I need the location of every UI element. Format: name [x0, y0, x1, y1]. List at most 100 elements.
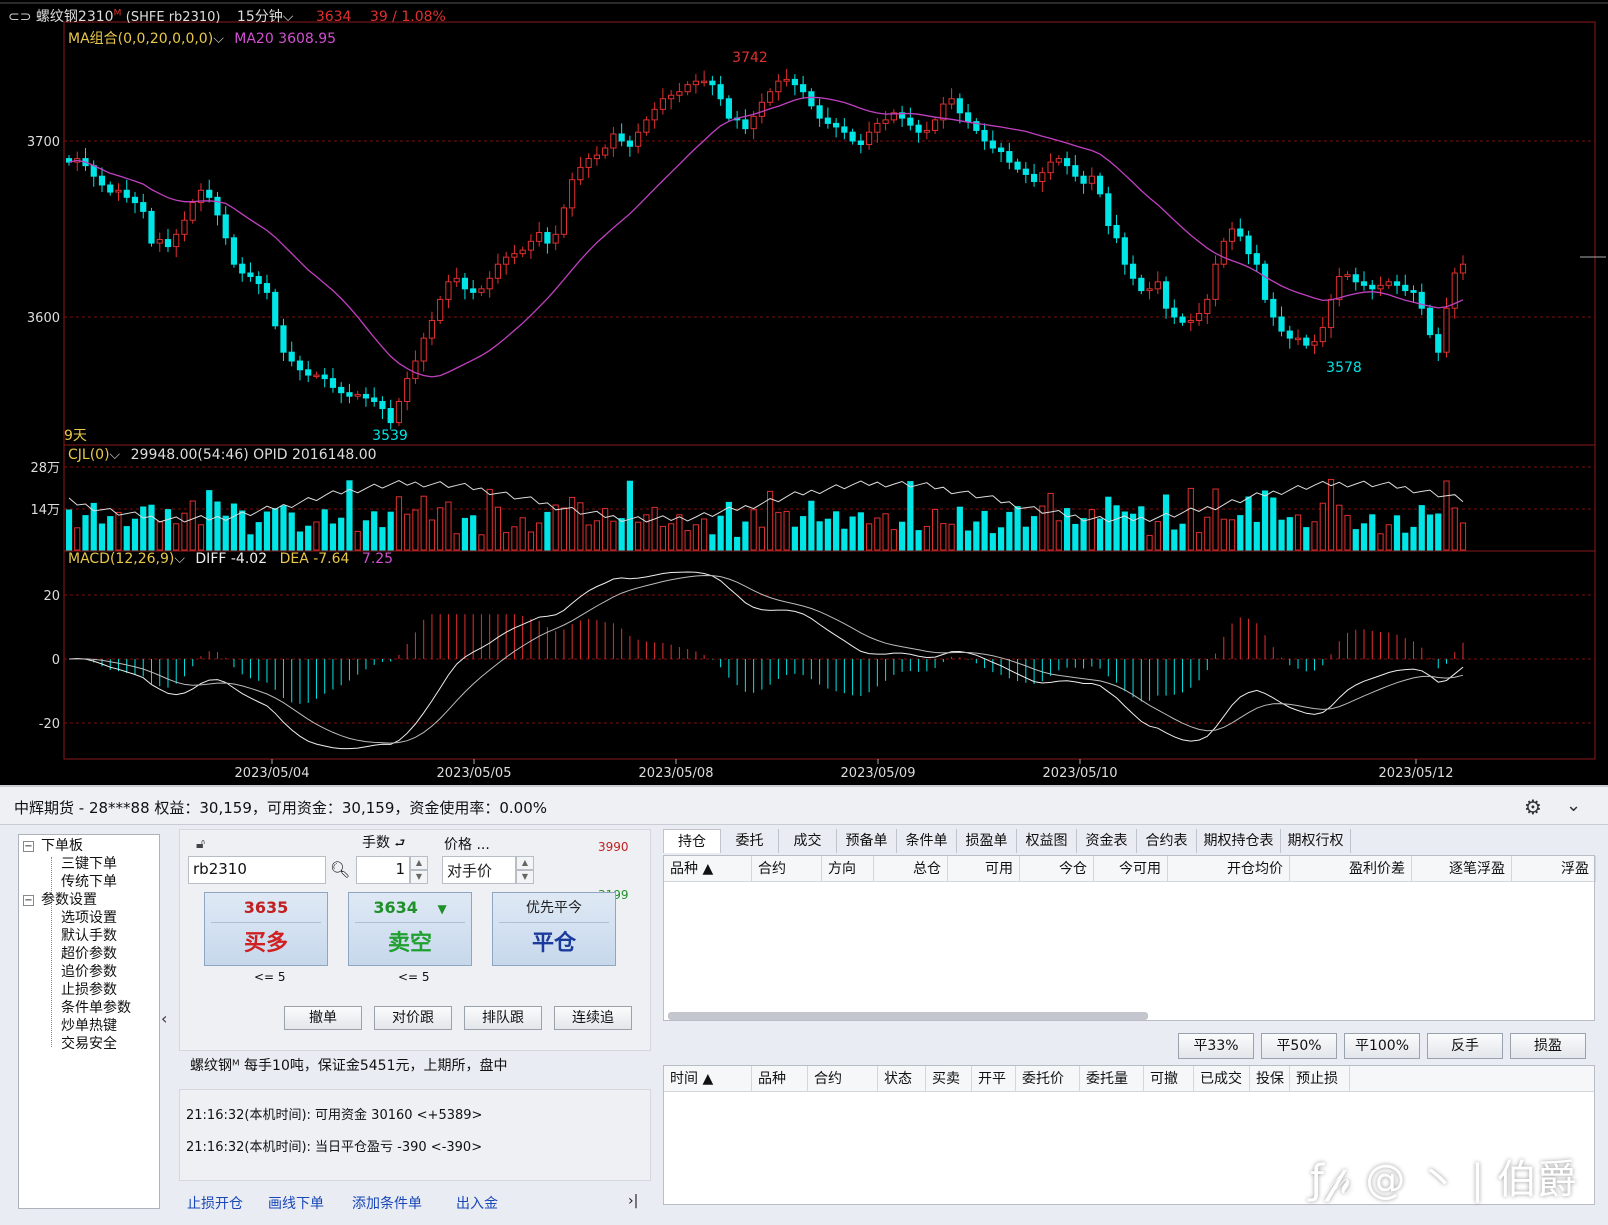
chart-area[interactable]: 3700 3600 3742 3539 3578 9天 28万 14万 20 0 -20 2023/0… [0, 0, 1608, 785]
column-header[interactable]: 预止损 [1290, 1066, 1350, 1092]
column-header[interactable]: 品种 [752, 1066, 808, 1092]
tab-8[interactable]: 合约表 [1137, 829, 1197, 853]
price-input[interactable]: 对手价 [442, 856, 516, 884]
counter-follow-button[interactable]: 对价跟 [374, 1006, 452, 1030]
tab-9[interactable]: 期权持仓表 [1197, 829, 1281, 853]
column-header[interactable]: 盈利价差 [1290, 856, 1412, 882]
macd-indicator-header[interactable]: MACD(12,26,9)⌵ DIFF -4.02 DEA -7.64 7.25 [68, 551, 393, 567]
gear-icon[interactable]: ⚙ [1524, 795, 1542, 819]
tree-item[interactable]: 选项设置 [61, 909, 117, 927]
candle-body [593, 154, 601, 160]
price-more[interactable]: ... [476, 837, 489, 853]
macd-diff: DIFF -4.02 [195, 551, 268, 567]
column-header[interactable]: 今仓 [1020, 856, 1094, 882]
price-down-icon[interactable]: ▼ [516, 870, 534, 884]
column-header[interactable]: 时间 ▲ [664, 1066, 752, 1092]
period-selector[interactable]: 15分钟⌵ [237, 9, 293, 25]
volume-bar [610, 520, 617, 551]
close-position-button[interactable]: 优先平今 平仓 [492, 892, 616, 966]
tab-0[interactable]: 持仓 [663, 829, 721, 853]
tree-item[interactable]: 传统下单 [61, 873, 117, 891]
tree-group[interactable]: 参数设置 [41, 891, 97, 909]
swap-icon[interactable]: ⮐ [394, 836, 405, 850]
column-header[interactable]: 可用 [948, 856, 1020, 882]
stop-loss-open-link[interactable]: 止损开仓 [187, 1193, 243, 1213]
tree-item[interactable]: 条件单参数 [61, 999, 131, 1017]
column-header[interactable]: 委托价 [1016, 1066, 1080, 1092]
tab-5[interactable]: 损盈单 [957, 829, 1017, 853]
column-header[interactable]: 总仓 [874, 856, 948, 882]
ma-indicator-header[interactable]: MA组合(0,0,20,0,0,0)⌵ MA20 3608.95 [68, 28, 336, 48]
horizontal-scrollbar[interactable] [668, 1012, 1148, 1020]
line-order-link[interactable]: 画线下单 [268, 1193, 324, 1213]
candle-body [1443, 307, 1450, 353]
buy-long-button[interactable]: 3635 买多 [204, 892, 328, 966]
tab-2[interactable]: 成交 [779, 829, 837, 853]
candle-body [230, 237, 238, 265]
column-header[interactable]: 开平 [972, 1066, 1016, 1092]
unlock-icon[interactable]: 🔓︎ [196, 836, 205, 852]
position-action-button[interactable]: 平50% [1261, 1033, 1337, 1059]
column-header[interactable]: 买卖 [926, 1066, 972, 1092]
column-header[interactable]: 可撤 [1144, 1066, 1194, 1092]
volume-bar [1418, 505, 1425, 551]
position-action-button[interactable]: 平100% [1344, 1033, 1420, 1059]
tab-6[interactable]: 权益图 [1017, 829, 1077, 853]
candle-body [478, 288, 485, 293]
volume-bar [1030, 516, 1038, 551]
column-header[interactable]: 品种 ▲ [664, 856, 752, 882]
column-header[interactable]: 状态 [878, 1066, 926, 1092]
tree-item[interactable]: 止损参数 [61, 981, 117, 999]
continuous-chase-button[interactable]: 连续追 [554, 1006, 632, 1030]
column-header[interactable]: 投保 [1250, 1066, 1290, 1092]
tree-item[interactable]: 默认手数 [61, 927, 117, 945]
column-header[interactable]: 合约 [752, 856, 822, 882]
tree-collapse-icon[interactable]: − [23, 841, 34, 852]
lots-down-icon[interactable]: ▼ [410, 870, 428, 884]
position-action-button[interactable]: 损盈 [1510, 1033, 1586, 1059]
cancel-order-button[interactable]: 撤单 [284, 1006, 362, 1030]
column-header[interactable]: 今可用 [1094, 856, 1168, 882]
column-header[interactable]: 开仓均价 [1168, 856, 1290, 882]
position-action-button[interactable]: 反手 [1427, 1033, 1503, 1059]
expand-more-icon[interactable]: ›| [628, 1193, 638, 1209]
lots-input[interactable]: 1 [356, 856, 410, 884]
tab-4[interactable]: 条件单 [897, 829, 957, 853]
sell-short-button[interactable]: 3634 ▼ 卖空 [348, 892, 472, 966]
column-header[interactable]: 逐笔浮盈 [1412, 856, 1512, 882]
tree-item[interactable]: 追价参数 [61, 963, 117, 981]
column-header[interactable]: 已成交 [1194, 1066, 1250, 1092]
column-header[interactable]: 方向 [822, 856, 874, 882]
tab-10[interactable]: 期权行权 [1281, 829, 1351, 853]
tab-1[interactable]: 委托 [721, 829, 779, 853]
lots-up-icon[interactable]: ▲ [410, 856, 428, 870]
tree-collapse-icon[interactable]: − [23, 895, 34, 906]
deposit-withdraw-link[interactable]: 出入金 [456, 1193, 498, 1213]
volume-bar [461, 517, 469, 551]
column-header[interactable]: 浮盈 [1512, 856, 1596, 882]
collapse-panel-icon[interactable]: ⌄ [1566, 795, 1581, 816]
position-action-button[interactable]: 平33% [1178, 1033, 1254, 1059]
volume-bar [1179, 523, 1186, 551]
column-header[interactable]: 委托量 [1080, 1066, 1144, 1092]
tree-item[interactable]: 交易安全 [61, 1035, 117, 1053]
column-header[interactable]: 合约 [808, 1066, 878, 1092]
positions-table[interactable]: 品种 ▲ 合约 方向 总仓 可用 今仓 今可用 开仓均价 盈利价差 逐笔浮盈 浮盈 [663, 855, 1596, 1021]
candle-body [362, 393, 370, 399]
volume-indicator-header[interactable]: CJL(0)⌵ 29948.00(54:46) OPID 2016148.00 [68, 447, 377, 463]
tree-item[interactable]: 超价参数 [61, 945, 117, 963]
high-price-label: 3742 [732, 50, 768, 66]
queue-follow-button[interactable]: 排队跟 [464, 1006, 542, 1030]
tree-item[interactable]: 三键下单 [61, 855, 117, 873]
tab-3[interactable]: 预备单 [837, 829, 897, 853]
tree-group[interactable]: 下单板 [41, 837, 83, 855]
search-icon[interactable]: 🔍︎ [330, 860, 350, 879]
tab-7[interactable]: 资金表 [1077, 829, 1137, 853]
price-up-icon[interactable]: ▲ [516, 856, 534, 870]
kline-chart[interactable]: 3700 3600 3742 3539 3578 9天 28万 14万 20 0 -20 2023/0… [0, 0, 1608, 785]
collapse-left-icon[interactable]: ‹ [161, 1009, 167, 1028]
link-icon[interactable]: ⊂⊃ [8, 9, 31, 25]
add-conditional-order-link[interactable]: 添加条件单 [352, 1193, 422, 1213]
tree-item[interactable]: 炒单热键 [61, 1017, 117, 1035]
symbol-input[interactable]: rb2310 [188, 856, 326, 884]
